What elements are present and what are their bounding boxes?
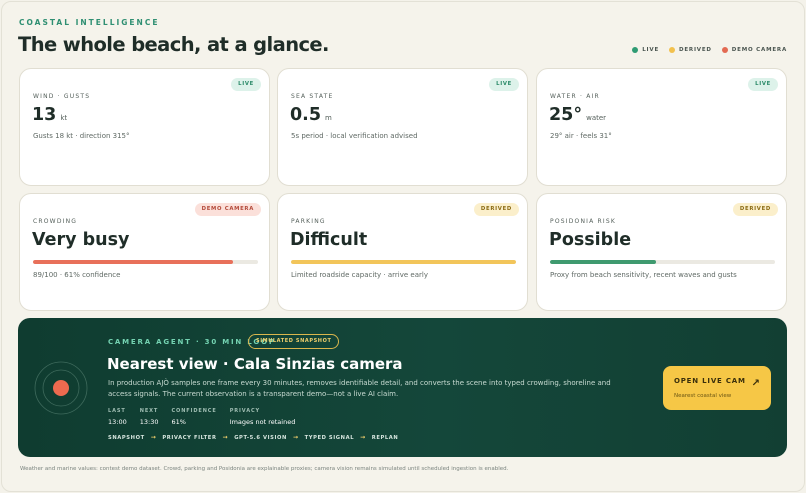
card-detail: Proxy from beach sensitivity, recent wav…: [550, 271, 737, 279]
open-live-cam-button[interactable]: OPEN LIVE CAM ↗ Nearest coastal view: [663, 366, 771, 410]
crowding-meter-fill: [33, 260, 234, 264]
value-unit: kt: [60, 114, 68, 122]
stat-value: 13:30: [139, 418, 159, 426]
stat-value: 61%: [171, 418, 186, 426]
pipeline: SNAPSHOT → PRIVACY FILTER → GPT-5.6 VISI…: [108, 434, 398, 441]
arrow-right-icon: →: [150, 434, 157, 441]
card-value: Very busy: [32, 230, 130, 250]
arrow-right-icon: →: [360, 434, 366, 441]
card-label: POSIDONIA RISK: [550, 218, 617, 225]
pipeline-step: PRIVACY FILTER: [162, 434, 217, 441]
card-value: 13 kt: [32, 105, 67, 125]
pipeline-step: TYPED SIGNAL: [304, 434, 355, 441]
legend-item-live: LIVE: [632, 47, 659, 53]
radar-icon: [34, 361, 88, 415]
card-detail: Limited roadside capacity · arrive early: [291, 271, 428, 279]
card-label: PARKING: [291, 218, 326, 225]
status-badge: DERIVED: [732, 203, 778, 216]
status-badge: DERIVED: [473, 203, 519, 216]
stat-value: Images not retained: [229, 418, 296, 426]
card-value: 25° water: [549, 105, 606, 125]
stat-label: CONFIDENCE: [171, 408, 217, 414]
legend-dot-derived: [669, 47, 675, 53]
legend-label: DERIVED: [679, 47, 712, 53]
stat-label: NEXT: [139, 408, 159, 414]
stat-label: LAST: [108, 408, 126, 414]
stat-label: PRIVACY: [229, 408, 261, 414]
legend-item-derived: DERIVED: [669, 47, 712, 53]
simulated-snapshot-badge: SIMULATED SNAPSHOT: [248, 334, 340, 349]
pipeline-step: GPT-5.6 VISION: [234, 434, 287, 441]
pipeline-step: REPLAN: [371, 434, 399, 441]
legend-label: DEMO CAMERA: [731, 47, 787, 53]
card-parking: DERIVED PARKING Difficult Limited roadsi…: [277, 193, 528, 311]
stat-last: LAST 13:00: [108, 408, 127, 426]
footnote: Weather and marine values: contest demo …: [20, 466, 509, 472]
agent-stats: LAST 13:00 NEXT 13:30 CONFIDENCE 61% PRI…: [108, 408, 295, 426]
parking-meter-fill: [291, 260, 516, 264]
value-unit: water: [586, 114, 607, 122]
card-detail: Gusts 18 kt · direction 315°: [33, 132, 130, 140]
legend: LIVE DERIVED DEMO CAMERA: [632, 47, 787, 53]
crowding-meter: [33, 260, 258, 264]
page-eyebrow: COASTAL INTELLIGENCE: [19, 18, 160, 27]
card-wind: LIVE WIND · GUSTS 13 kt Gusts 18 kt · dir…: [19, 68, 270, 186]
posidonia-meter-fill: [550, 260, 656, 264]
agent-description: In production AJÒ samples one frame ever…: [108, 379, 611, 398]
button-sublabel: Nearest coastal view: [674, 393, 732, 399]
card-label: CROWDING: [33, 218, 78, 225]
value-number: 25°: [549, 105, 583, 125]
card-water-air: LIVE WATER · AIR 25° water 29° air · feel…: [536, 68, 787, 186]
status-badge: LIVE: [231, 78, 261, 91]
arrow-up-right-icon: ↗: [751, 378, 760, 389]
value-number: 0.5: [290, 105, 322, 125]
legend-dot-live: [632, 47, 639, 53]
posidonia-meter: [550, 260, 775, 264]
parking-meter: [291, 260, 516, 264]
card-detail: 89/100 · 61% confidence: [33, 271, 121, 279]
arrow-right-icon: →: [292, 434, 299, 441]
page-title: The whole beach, at a glance.: [18, 33, 329, 56]
pipeline-step: SNAPSHOT: [108, 434, 145, 441]
card-label: WATER · AIR: [550, 93, 600, 100]
legend-dot-demo-camera: [721, 47, 728, 53]
status-badge: DEMO CAMERA: [194, 203, 261, 216]
arrow-right-icon: →: [222, 434, 229, 441]
card-value: Possible: [549, 230, 632, 250]
card-value: Difficult: [290, 230, 368, 250]
card-detail: 5s period · local verification advised: [291, 132, 418, 140]
status-badge: LIVE: [489, 78, 519, 91]
card-label: SEA STATE: [291, 93, 334, 100]
card-label: WIND · GUSTS: [33, 93, 91, 100]
legend-label: LIVE: [642, 47, 659, 53]
stat-value: 13:00: [108, 418, 127, 426]
stat-confidence: CONFIDENCE 61%: [171, 408, 216, 426]
card-posidonia-risk: DERIVED POSIDONIA RISK Possible Proxy fr…: [536, 193, 787, 311]
value-unit: m: [325, 114, 332, 122]
legend-item-demo-camera: DEMO CAMERA: [721, 47, 787, 53]
stat-next: NEXT 13:30: [140, 408, 159, 426]
card-crowding: DEMO CAMERA CROWDING Very busy 89/100 · …: [19, 193, 270, 311]
card-detail: 29° air · feels 31°: [550, 132, 612, 140]
stat-privacy: PRIVACY Images not retained: [230, 408, 296, 426]
card-value: 0.5 m: [290, 105, 332, 125]
button-label: OPEN LIVE CAM: [674, 377, 746, 385]
value-number: 13: [32, 105, 57, 125]
status-badge: LIVE: [748, 78, 778, 91]
card-sea-state: LIVE SEA STATE 0.5 m 5s period · local ve…: [277, 68, 528, 186]
agent-title: Nearest view · Cala Sinzias camera: [107, 355, 403, 373]
camera-agent-panel: CAMERA AGENT · 30 MIN LOOP SIMULATED SNA…: [18, 318, 787, 457]
